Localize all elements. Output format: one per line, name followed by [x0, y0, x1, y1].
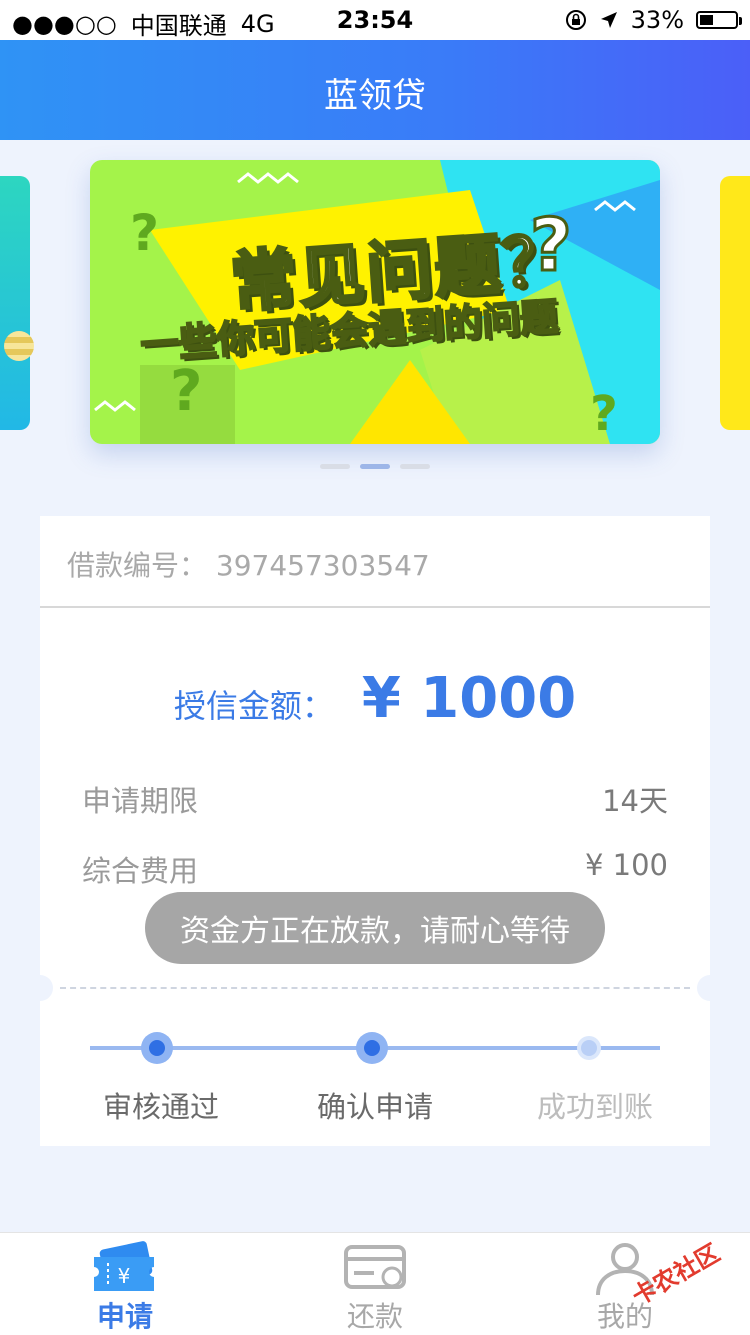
tab-repay[interactable]: 还款	[250, 1233, 500, 1335]
svg-text:?: ?	[130, 204, 159, 262]
fee-value: ¥ 100	[584, 848, 668, 882]
tab-mine-label: 我的	[596, 1300, 653, 1333]
location-arrow-icon	[600, 12, 617, 28]
step-label-confirmed: 确认申请	[316, 1090, 433, 1124]
battery-percent: 33%	[630, 6, 684, 34]
orientation-lock-icon	[565, 10, 586, 30]
battery-icon	[696, 11, 742, 29]
loan-number-row: 借款编号： 397457303547	[40, 516, 710, 608]
toast-message: 资金方正在放款，请耐心等待	[145, 892, 605, 964]
tab-repay-label: 还款	[346, 1300, 403, 1333]
tab-apply[interactable]: ¥ 申请	[0, 1233, 250, 1335]
ticket-yen-icon: ¥	[94, 1241, 154, 1291]
banner-faq[interactable]: ? ? ? ? 常见问题？ 一些你可能会遇到的问题	[90, 160, 660, 444]
svg-text:?: ?	[590, 386, 618, 442]
banner-next-card[interactable]	[720, 176, 750, 430]
carousel-dot[interactable]	[400, 464, 430, 469]
loan-number-label: 借款编号：	[67, 549, 208, 582]
svg-text:?: ?	[170, 359, 202, 424]
term-label: 申请期限	[82, 784, 199, 818]
carousel-dot[interactable]	[320, 464, 350, 469]
step-label-received: 成功到账	[536, 1090, 653, 1124]
term-value: 14天	[602, 784, 668, 818]
card-coin-icon	[344, 1245, 406, 1289]
loan-number-value: 397457303547	[215, 549, 430, 582]
step-label-approved: 审核通过	[102, 1090, 219, 1124]
step-node-approved	[141, 1032, 173, 1064]
status-bar: ●●●○○ 中国联通 4G 23:54 33%	[0, 0, 750, 40]
fee-row: 综合费用 ¥ 100	[82, 848, 668, 890]
step-node-received	[577, 1036, 601, 1060]
credit-amount: ¥ 1000	[361, 666, 577, 731]
carousel-dot-active[interactable]	[360, 464, 390, 469]
progress-steps: 审核通过 确认申请 成功到账	[40, 1002, 710, 1146]
page-title: 蓝领贷	[324, 76, 426, 116]
term-row: 申请期限 14天	[82, 778, 668, 820]
credit-label: 授信金额：	[173, 687, 334, 725]
credit-row: 授信金额： ¥ 1000	[40, 666, 710, 731]
carousel-indicator	[320, 464, 430, 469]
nav-header: 蓝领贷	[0, 40, 750, 140]
svg-text:¥: ¥	[118, 1264, 131, 1288]
tab-apply-label: 申请	[96, 1300, 153, 1333]
ticket-divider	[27, 974, 723, 1002]
step-node-confirmed	[356, 1032, 388, 1064]
banner-prev-card[interactable]	[0, 176, 34, 430]
fee-label: 综合费用	[82, 854, 199, 888]
